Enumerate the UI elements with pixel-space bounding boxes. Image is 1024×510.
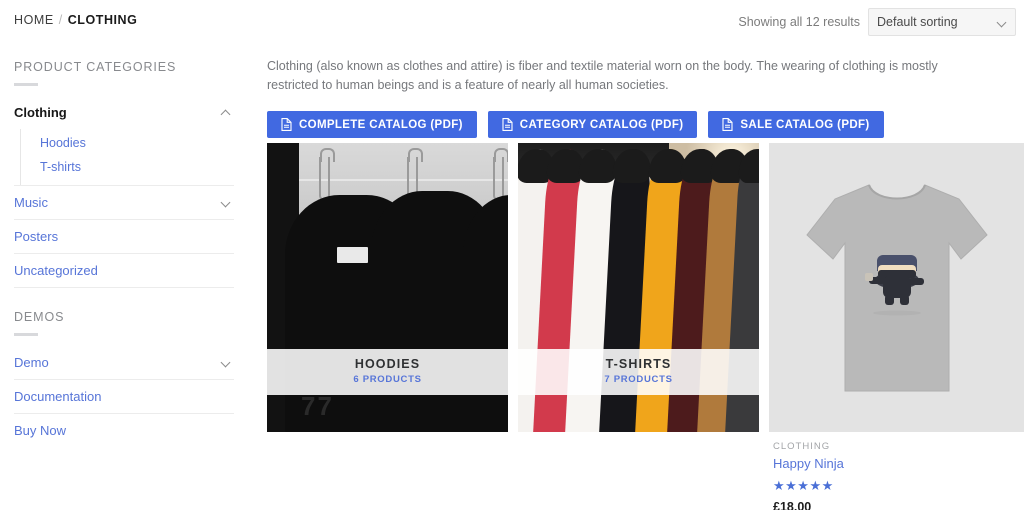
complete-catalog-button[interactable]: COMPLETE CATALOG (PDF) xyxy=(267,111,477,138)
breadcrumb-separator: / xyxy=(58,13,63,27)
category-description: Clothing (also known as clothes and atti… xyxy=(267,59,938,92)
category-catalog-button[interactable]: CATEGORY CATALOG (PDF) xyxy=(487,111,698,138)
breadcrumb: HOME / CLOTHING xyxy=(14,13,137,27)
category-card-count: 6 PRODUCTS xyxy=(353,374,422,385)
chevron-up-icon[interactable] xyxy=(222,108,232,118)
product-title-link[interactable]: Happy Ninja xyxy=(773,456,1020,471)
product-image[interactable] xyxy=(769,143,1024,432)
pdf-file-icon xyxy=(502,118,513,131)
product-price: £18.00 xyxy=(773,500,812,510)
sidebar-item-label: Music xyxy=(14,195,48,210)
sidebar-item-documentation[interactable]: Documentation xyxy=(14,380,234,414)
catalog-button-row: COMPLETE CATALOG (PDF) CATEGORY CATALOG … xyxy=(267,111,1024,138)
demos-heading: DEMOS xyxy=(14,310,65,324)
breadcrumb-current: CLOTHING xyxy=(67,13,138,27)
sidebar-item-label: Demo xyxy=(14,355,49,370)
category-list: Clothing Hoodies T-shirts Music Posters … xyxy=(14,96,234,288)
sort-select[interactable]: Default sorting xyxy=(868,8,1016,36)
sidebar-item-uncategorized[interactable]: Uncategorized xyxy=(14,254,234,288)
product-grid: 77 HOODIES 6 PRODUCTS T-SHIRTS 7 PRODUCT… xyxy=(267,143,1024,510)
sidebar-item-label: Documentation xyxy=(14,389,102,404)
category-card-hoodies[interactable]: 77 HOODIES 6 PRODUCTS xyxy=(267,143,508,432)
product-meta: CLOTHING Happy Ninja ★★★★★ £18.00 xyxy=(769,432,1024,510)
sidebar-item-label: Buy Now xyxy=(14,423,67,438)
page-header: HOME / CLOTHING Showing all 12 results Def… xyxy=(0,0,1024,44)
sidebar-item-music[interactable]: Music xyxy=(14,186,234,220)
chevron-down-icon[interactable] xyxy=(222,198,232,208)
sidebar-item-demo[interactable]: Demo xyxy=(14,346,234,380)
pdf-file-icon xyxy=(281,118,292,131)
main-content: Clothing (also known as clothes and atti… xyxy=(267,44,1024,510)
product-category-page: HOME / CLOTHING Showing all 12 results Def… xyxy=(0,0,1024,510)
sidebar-item-posters[interactable]: Posters xyxy=(14,220,234,254)
sidebar-item-label: Clothing xyxy=(14,105,67,120)
sale-catalog-button[interactable]: SALE CATALOG (PDF) xyxy=(708,111,884,138)
category-card-count: 7 PRODUCTS xyxy=(604,374,673,385)
breadcrumb-home-link[interactable]: HOME xyxy=(14,13,54,27)
category-card-title: HOODIES xyxy=(354,357,421,371)
sidebar-item-clothing[interactable]: Clothing xyxy=(14,96,234,129)
category-card-tshirts[interactable]: T-SHIRTS 7 PRODUCTS xyxy=(518,143,759,432)
button-label: SALE CATALOG (PDF) xyxy=(740,118,870,131)
product-rating-stars: ★★★★★ xyxy=(773,478,834,493)
button-label: CATEGORY CATALOG (PDF) xyxy=(519,118,684,131)
sidebar: PRODUCT CATEGORIES Clothing Hoodies T-sh… xyxy=(0,44,248,510)
result-count: Showing all 12 results xyxy=(738,15,860,29)
heading-underline xyxy=(14,83,38,86)
category-card-overlay: T-SHIRTS 7 PRODUCTS xyxy=(518,349,759,395)
chevron-down-icon xyxy=(998,18,1007,27)
pdf-file-icon xyxy=(722,118,733,131)
sidebar-item-buy-now[interactable]: Buy Now xyxy=(14,414,234,447)
button-label: COMPLETE CATALOG (PDF) xyxy=(299,118,463,131)
sidebar-item-label: Posters xyxy=(14,229,59,244)
product-card-happy-ninja[interactable]: CLOTHING Happy Ninja ★★★★★ £18.00 xyxy=(769,143,1024,510)
clothing-subcategories: Hoodies T-shirts xyxy=(14,129,234,186)
sidebar-subitem-tshirts[interactable]: T-shirts xyxy=(21,155,234,179)
sidebar-item-label: Uncategorized xyxy=(14,263,98,278)
heading-underline xyxy=(14,333,38,336)
product-categories-heading: PRODUCT CATEGORIES xyxy=(14,60,177,74)
sidebar-subitem-hoodies[interactable]: Hoodies xyxy=(21,131,234,155)
category-card-overlay: HOODIES 6 PRODUCTS xyxy=(267,349,508,395)
product-category-label: CLOTHING xyxy=(773,441,831,452)
category-card-title: T-SHIRTS xyxy=(605,357,672,371)
sort-select-value: Default sorting xyxy=(877,15,958,29)
chevron-down-icon[interactable] xyxy=(222,358,232,368)
demos-list: Demo Documentation Buy Now xyxy=(14,346,234,447)
